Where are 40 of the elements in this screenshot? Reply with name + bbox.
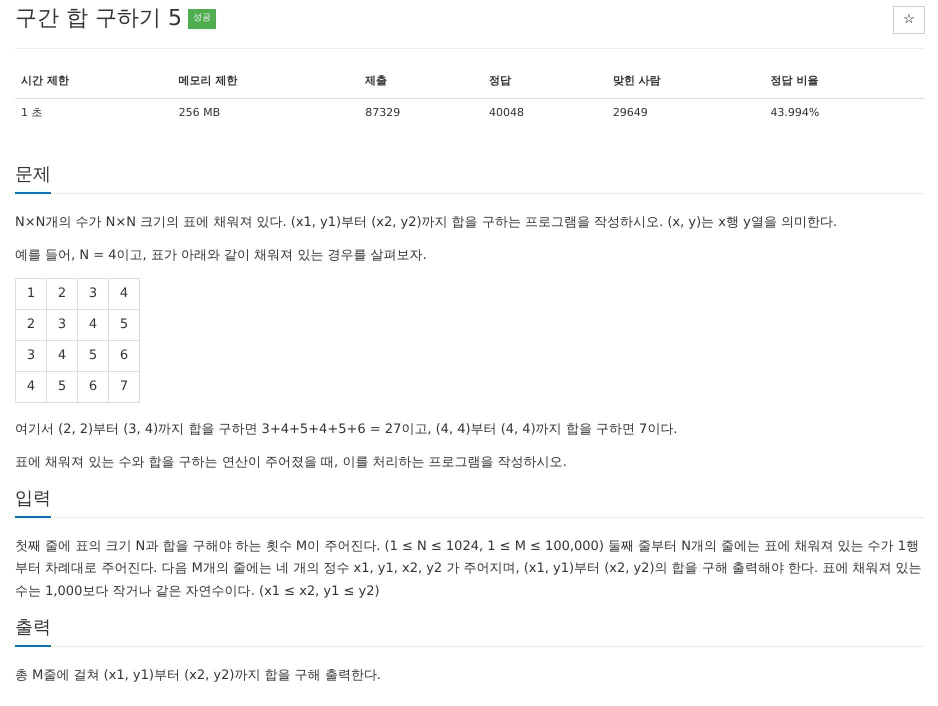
table-cell: 29649 [606, 98, 764, 127]
paragraph: N×N개의 수가 N×N 크기의 표에 채워져 있다. (x1, y1)부터 (x2, y2)까지 합을 구하는 프로그램을 작성하시오. (x, y)는 x행 y열을 의미한다. [15, 214, 838, 232]
column-header: 시간 제한 [15, 65, 173, 98]
grid-cell: 4 [46, 340, 78, 372]
grid-cell: 5 [78, 340, 108, 372]
favorite-button[interactable]: ☆ [893, 6, 925, 34]
grid-cell: 1 [16, 278, 46, 310]
paragraph: 총 M줄에 걸쳐 (x1, y1)부터 (x2, y2)까지 합을 구해 출력한다. [15, 666, 382, 685]
paragraph: 표에 채워져 있는 수와 합을 구하는 연산이 주어졌을 때, 이를 처리하는 프로그램을 작성하시오. [15, 454, 568, 472]
column-header: 정답 [483, 65, 607, 98]
grid-cell: 2 [16, 310, 46, 341]
column-header: 맞힌 사람 [606, 65, 764, 98]
column-header: 제출 [359, 65, 484, 98]
table-cell: 40048 [483, 98, 607, 127]
table-cell: 43.994% [764, 98, 925, 127]
column-header: 메모리 제한 [172, 65, 360, 98]
grid-cell: 4 [108, 278, 140, 310]
grid-cell: 4 [16, 372, 46, 403]
table-cell: 87329 [359, 98, 484, 127]
section-heading: 문제 [15, 161, 51, 194]
grid-cell: 6 [78, 372, 108, 403]
grid-cell: 5 [46, 372, 78, 403]
column-header: 정답 비율 [764, 65, 925, 98]
table-cell: 256 MB [172, 98, 360, 127]
grid-cell: 7 [108, 372, 140, 403]
paragraph: 첫째 줄에 표의 크기 N과 합을 구해야 하는 횟수 M이 주어진다. (1 ≤ N ≤ 1024, 1 ≤ M ≤ 100,000) 둘째 줄부터 N개의 줄에는 표에 채워져 있는 수가 1행부터 차례대로 주어진다. 다음 M개의 줄에는 네 개의 정수 x1, y1, x2, y2 가 주어지며, (x1, y1)부터 (x2, y2)의 합을 구해 출력해야 한다. 표에 채워져 있는 수는 1,000보다 작거나 같은 자연수이다. (x1 ≤ x2, y1 ≤ y2) [15, 538, 923, 601]
grid-cell: 3 [78, 278, 108, 310]
grid-cell: 2 [46, 278, 78, 310]
grid-cell: 6 [108, 340, 140, 372]
problem-title: 구간 합 구하기 5 [15, 6, 182, 32]
table-cell: 1 초 [15, 98, 173, 127]
paragraph: 여기서 (2, 2)부터 (3, 4)까지 합을 구하면 3+4+5+4+5+6 = 27이고, (4, 4)부터 (4, 4)까지 합을 구하면 7이다. [15, 421, 678, 440]
grid-cell: 3 [46, 310, 78, 341]
paragraph: 예를 들어, N = 4이고, 표가 아래와 같이 채워져 있는 경우를 살펴보자. [15, 247, 428, 266]
section-heading: 출력 [15, 614, 51, 647]
grid-cell: 5 [108, 310, 140, 341]
section-heading: 입력 [15, 485, 51, 518]
grid-cell: 3 [16, 340, 46, 372]
grid-cell: 4 [78, 310, 108, 341]
status-label: 성공 [188, 9, 216, 29]
